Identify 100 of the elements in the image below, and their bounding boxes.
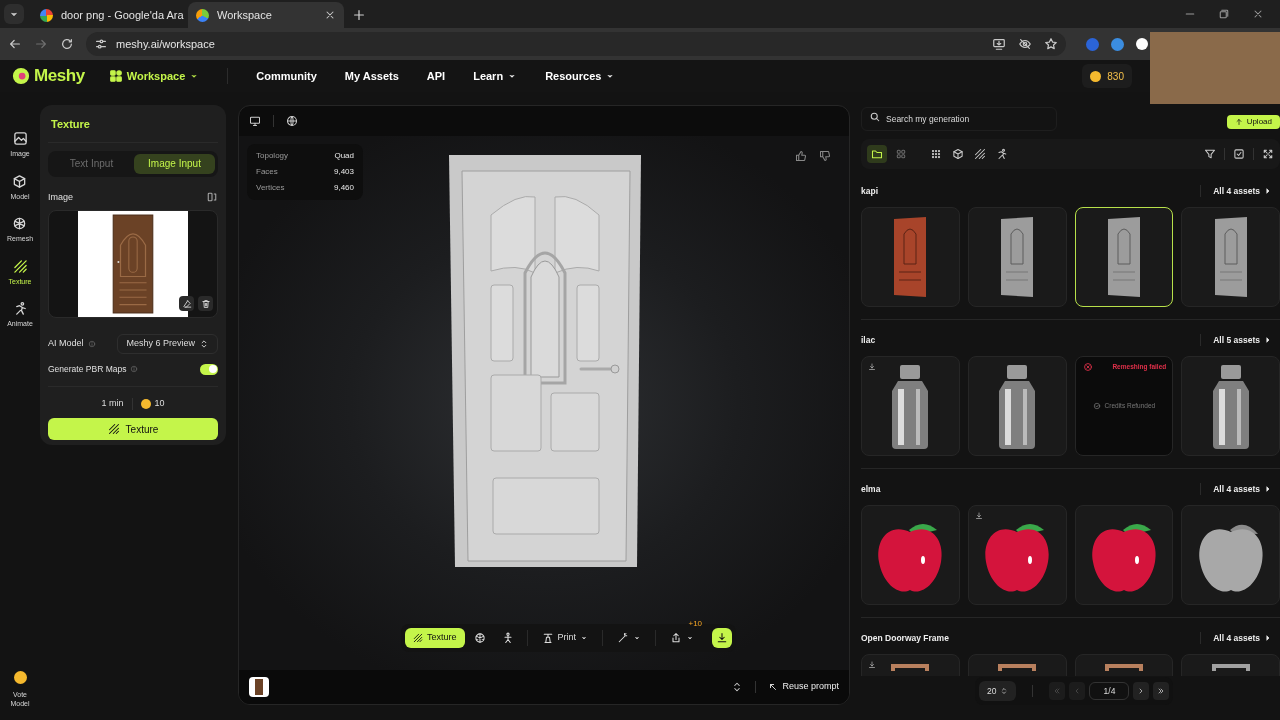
asset-thumbnail[interactable] bbox=[967, 207, 1067, 307]
nav-link[interactable]: Community bbox=[256, 67, 317, 85]
credit-cost: 10 bbox=[154, 396, 165, 410]
asset-thumbnail[interactable] bbox=[861, 207, 960, 307]
texture-button[interactable]: Texture bbox=[405, 628, 465, 648]
credits-badge[interactable]: 830 bbox=[1082, 64, 1132, 88]
caret-icon bbox=[633, 634, 642, 642]
like-button[interactable] bbox=[795, 150, 807, 162]
asset-thumbnail[interactable] bbox=[1181, 356, 1280, 456]
asset-thumbnail[interactable] bbox=[861, 505, 960, 605]
folder-view-button[interactable] bbox=[867, 145, 887, 163]
upload-icon bbox=[1234, 118, 1243, 126]
dislike-button[interactable] bbox=[819, 150, 831, 162]
thumbs-down-icon bbox=[819, 150, 831, 162]
swap-image-button[interactable] bbox=[206, 191, 218, 204]
nav-link[interactable]: Workspace bbox=[108, 67, 200, 85]
group-title: kapi bbox=[861, 184, 878, 198]
asset-thumbnail[interactable] bbox=[861, 356, 960, 456]
address-bar[interactable]: meshy.ai/workspace bbox=[86, 32, 1066, 56]
stat-label: Vertices bbox=[256, 182, 285, 194]
download-button[interactable] bbox=[712, 628, 733, 648]
all-assets-link[interactable]: All 4 assets bbox=[1200, 184, 1272, 198]
texture-icon bbox=[12, 258, 28, 274]
reuse-prompt-button[interactable]: Reuse prompt bbox=[768, 680, 839, 694]
asset-thumbnail[interactable] bbox=[1181, 505, 1280, 605]
stat-value: Quad bbox=[334, 150, 354, 162]
asset-thumbnail[interactable] bbox=[967, 505, 1067, 605]
search-icon bbox=[869, 111, 881, 123]
eye-off-icon bbox=[1018, 37, 1032, 51]
error-icon bbox=[1082, 362, 1093, 372]
stat-value: 9,403 bbox=[333, 166, 354, 178]
tab-title: door png - Google'da Ara bbox=[61, 7, 184, 23]
erase-button[interactable] bbox=[179, 296, 194, 311]
trash-icon bbox=[200, 298, 211, 309]
delete-button[interactable] bbox=[198, 296, 213, 311]
all-assets-link[interactable]: All 4 assets bbox=[1200, 482, 1272, 496]
print-button[interactable]: Print bbox=[533, 628, 597, 648]
caret-right-icon bbox=[1264, 187, 1272, 195]
nav-link[interactable]: My Assets bbox=[344, 67, 399, 85]
close-icon bbox=[1252, 8, 1264, 20]
nav-link[interactable]: API bbox=[426, 67, 446, 85]
double-chevron-left-icon bbox=[1053, 687, 1062, 695]
filter-button[interactable] bbox=[1204, 148, 1216, 160]
chevron-updown-icon bbox=[1000, 687, 1009, 695]
fullscreen-button[interactable] bbox=[1262, 148, 1274, 160]
new-tab-button[interactable] bbox=[352, 8, 366, 22]
site-favicon-icon bbox=[40, 8, 53, 22]
asset-thumbnail[interactable] bbox=[1181, 207, 1280, 307]
site-favicon-icon bbox=[196, 8, 209, 22]
all-assets-link[interactable]: All 4 assets bbox=[1200, 631, 1272, 645]
select-button[interactable] bbox=[1233, 148, 1245, 160]
folder-icon bbox=[871, 148, 883, 160]
door-thumbnail[interactable] bbox=[249, 677, 269, 697]
back-button[interactable] bbox=[8, 37, 22, 51]
credit-bonus-label: +10 bbox=[688, 619, 703, 628]
caret-icon bbox=[686, 634, 695, 642]
tab-title: Workspace bbox=[217, 7, 273, 23]
all-assets-link[interactable]: All 5 assets bbox=[1200, 333, 1272, 347]
nav-link[interactable]: Resources bbox=[545, 67, 616, 85]
caret-right-icon bbox=[1264, 485, 1272, 493]
tab-list-button[interactable] bbox=[4, 4, 24, 24]
arrow-up-left-icon bbox=[768, 682, 779, 692]
environment-button[interactable] bbox=[286, 115, 298, 127]
info-icon bbox=[87, 340, 96, 348]
coin-icon bbox=[13, 671, 27, 684]
nav-link[interactable]: Learn bbox=[473, 67, 518, 85]
extension-icon[interactable] bbox=[1111, 37, 1124, 51]
model-icon bbox=[12, 173, 28, 189]
caret-right-icon bbox=[1264, 634, 1272, 642]
input-mode-tab[interactable]: Text Input bbox=[51, 153, 132, 174]
remesh-icon bbox=[473, 632, 486, 644]
forward-icon bbox=[34, 37, 48, 51]
display-mode-button[interactable] bbox=[249, 115, 261, 127]
asset-thumbnail[interactable] bbox=[967, 356, 1067, 456]
brand-logo[interactable]: Meshy bbox=[34, 63, 85, 89]
model-select[interactable]: Meshy 6 Preview bbox=[117, 334, 218, 354]
input-mode-tab[interactable]: Image Input bbox=[134, 153, 215, 174]
profile-avatar[interactable] bbox=[1136, 38, 1148, 50]
texture-button[interactable]: Texture bbox=[48, 418, 218, 441]
blocks-icon bbox=[108, 69, 123, 83]
page-size-select[interactable]: 20 bbox=[979, 681, 1017, 701]
close-button[interactable] bbox=[1252, 8, 1264, 20]
image-upload-area[interactable] bbox=[48, 210, 218, 318]
url-text: meshy.ai/workspace bbox=[116, 36, 215, 52]
remesh-icon bbox=[12, 216, 28, 231]
panel-title: Texture bbox=[48, 105, 218, 143]
share-icon bbox=[670, 632, 683, 644]
globe-icon bbox=[286, 115, 298, 127]
restore-button[interactable] bbox=[1218, 8, 1230, 20]
runner-icon bbox=[996, 148, 1008, 160]
reload-button[interactable] bbox=[60, 37, 74, 51]
pbr-toggle[interactable] bbox=[200, 363, 218, 375]
search-field[interactable]: Search my generation bbox=[861, 107, 1057, 131]
browser-tab[interactable]: Workspace bbox=[188, 2, 344, 28]
upload-button[interactable]: Upload bbox=[1226, 115, 1280, 129]
last-page-button[interactable] bbox=[1153, 682, 1170, 700]
filter-icon bbox=[1204, 148, 1216, 160]
print-icon bbox=[541, 632, 554, 644]
asset-thumbnail[interactable] bbox=[1074, 505, 1174, 605]
viewport-canvas[interactable]: Topology Quad Faces 9,403 Vertices 9,460 Texture Print +10 bbox=[239, 136, 849, 670]
